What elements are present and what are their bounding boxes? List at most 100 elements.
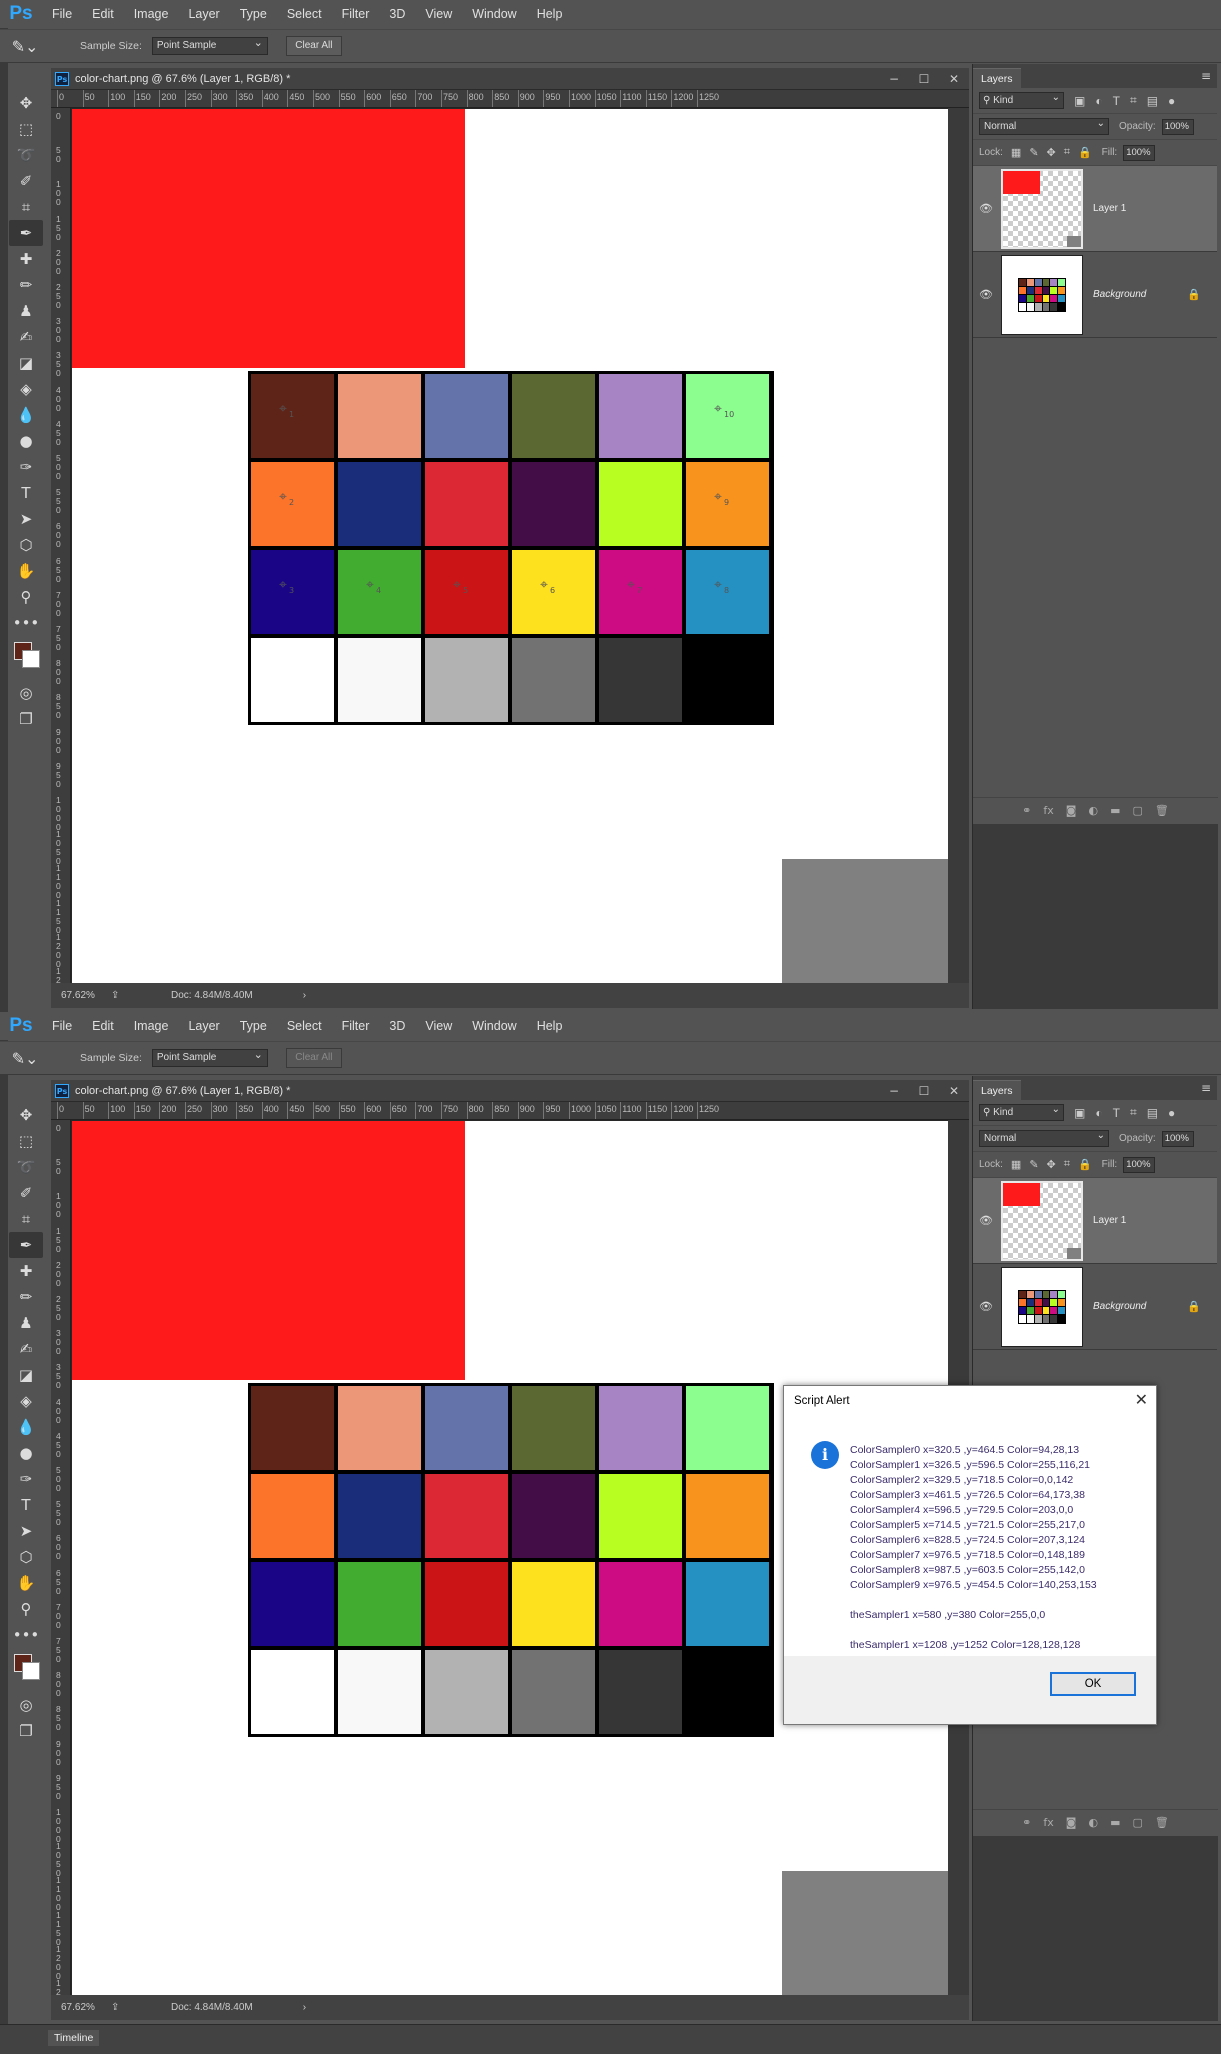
color-sampler-tool-icon[interactable]: ✎⌄ <box>0 31 50 61</box>
menu-type[interactable]: Type <box>230 0 277 28</box>
lock-all-icon[interactable]: 🔒 <box>1078 1158 1092 1171</box>
new-layer-icon[interactable]: ▢ <box>1132 804 1142 817</box>
lasso-tool-icon[interactable]: ➰ <box>9 1154 43 1180</box>
color-sampler-marker[interactable]: ⌖ 5 <box>453 578 468 595</box>
menu-edit[interactable]: Edit <box>82 0 124 28</box>
history-brush-icon[interactable]: ✍ <box>9 1336 43 1362</box>
menu-window[interactable]: Window <box>462 0 526 28</box>
paint-bucket-icon[interactable]: ◈ <box>9 376 43 402</box>
lock-all-icon[interactable]: 🔒 <box>1078 146 1092 159</box>
eyedropper-tool-icon[interactable]: ✒ <box>9 220 43 246</box>
status-arrow-icon[interactable]: › <box>303 990 306 1001</box>
stamp-tool-icon[interactable]: ♟ <box>9 1310 43 1336</box>
panel-menu-icon[interactable]: ≡ <box>1201 1076 1217 1100</box>
filter-smart-icon[interactable]: ▤ <box>1147 94 1158 108</box>
menu-3d[interactable]: 3D <box>379 1012 415 1040</box>
menu-file[interactable]: File <box>42 0 82 28</box>
menu-image[interactable]: Image <box>124 0 179 28</box>
opacity-field[interactable]: 100% <box>1161 118 1194 135</box>
filter-shape-icon[interactable]: ⌗ <box>1130 93 1137 108</box>
eraser-tool-icon[interactable]: ◪ <box>9 1362 43 1388</box>
eraser-tool-icon[interactable]: ◪ <box>9 350 43 376</box>
path-select-icon[interactable]: ➤ <box>9 506 43 532</box>
lock-transparent-icon[interactable]: ▦ <box>1011 1158 1021 1171</box>
menu-filter[interactable]: Filter <box>332 1012 380 1040</box>
dodge-tool-icon[interactable]: ● <box>9 428 43 454</box>
layer-name[interactable]: Layer 1 <box>1093 1215 1126 1226</box>
history-brush-icon[interactable]: ✍ <box>9 324 43 350</box>
menu-layer[interactable]: Layer <box>178 1012 229 1040</box>
color-sampler-tool-icon[interactable]: ✎⌄ <box>0 1043 50 1073</box>
filter-toggle-icon[interactable]: ● <box>1168 94 1175 108</box>
crop-tool-icon[interactable]: ⌗ <box>9 194 43 220</box>
quick-mask-icon[interactable]: ◎ <box>9 680 43 706</box>
background-color[interactable] <box>22 650 40 668</box>
sample-size-select[interactable]: Point Sample <box>151 1047 268 1067</box>
background-color[interactable] <box>22 1662 40 1680</box>
dodge-tool-icon[interactable]: ● <box>9 1440 43 1466</box>
menu-help[interactable]: Help <box>527 0 573 28</box>
opacity-field[interactable]: 100% <box>1161 1130 1194 1147</box>
new-layer-icon[interactable]: ▢ <box>1132 1816 1142 1829</box>
filter-smart-icon[interactable]: ▤ <box>1147 1106 1158 1120</box>
delete-layer-icon[interactable]: 🗑 <box>1155 804 1169 817</box>
type-tool-icon[interactable]: T <box>9 1492 43 1518</box>
ok-button[interactable]: OK <box>1050 1672 1136 1696</box>
zoom-level[interactable]: 67.62% <box>61 990 111 1001</box>
visibility-eye-icon[interactable]: 👁 <box>973 1214 999 1227</box>
filter-pixel-icon[interactable]: ▣ <box>1074 94 1085 108</box>
minimize-icon[interactable]: − <box>879 1080 909 1102</box>
lasso-tool-icon[interactable]: ➰ <box>9 142 43 168</box>
kind-filter[interactable]: ⚲ Kind <box>979 1102 1064 1121</box>
filter-type-icon[interactable]: T <box>1113 94 1120 108</box>
status-arrow-icon[interactable]: › <box>303 2002 306 2013</box>
filter-shape-icon[interactable]: ⌗ <box>1130 1105 1137 1120</box>
type-tool-icon[interactable]: T <box>9 480 43 506</box>
blend-mode-select[interactable]: Normal <box>979 1128 1109 1147</box>
color-swatches[interactable] <box>9 1648 43 1692</box>
color-sampler-marker[interactable]: ⌖ 4 <box>366 578 381 595</box>
hand-tool-icon[interactable]: ✋ <box>9 558 43 584</box>
adjustment-layer-icon[interactable]: ◐ <box>1088 804 1098 817</box>
zoom-level[interactable]: 67.62% <box>61 2002 111 2013</box>
brush-tool-icon[interactable]: ✏ <box>9 272 43 298</box>
add-mask-icon[interactable]: ◙ <box>1066 1816 1077 1829</box>
layer-name[interactable]: Layer 1 <box>1093 203 1126 214</box>
move-tool-icon[interactable]: ✥ <box>9 1102 43 1128</box>
filter-adjustment-icon[interactable]: ◐ <box>1095 1106 1102 1120</box>
menu-window[interactable]: Window <box>462 1012 526 1040</box>
canvas[interactable]: ⌖ 1 ⌖ 10 ⌖ 2 ⌖ 9 ⌖ 3 ⌖ 4 ⌖ 5 ⌖ 6 ⌖ 7 ⌖ 8 <box>72 109 948 983</box>
menu-edit[interactable]: Edit <box>82 1012 124 1040</box>
menu-3d[interactable]: 3D <box>379 0 415 28</box>
color-sampler-marker[interactable]: ⌖ 2 <box>279 490 294 507</box>
menu-filter[interactable]: Filter <box>332 0 380 28</box>
layers-tab[interactable]: Layers <box>973 68 1021 88</box>
lock-transparent-icon[interactable]: ▦ <box>1011 146 1021 159</box>
eyedropper-tool-icon[interactable]: ✒ <box>9 1232 43 1258</box>
maximize-icon[interactable]: ☐ <box>909 68 939 90</box>
lock-paint-icon[interactable]: ✎ <box>1029 146 1038 159</box>
healing-brush-icon[interactable]: ✚ <box>9 1258 43 1284</box>
visibility-eye-icon[interactable]: 👁 <box>973 1300 999 1313</box>
layer-row-layer1[interactable]: 👁 Layer 1 <box>973 166 1217 252</box>
layer-row-layer1[interactable]: 👁 Layer 1 <box>973 1178 1217 1264</box>
screen-mode-icon[interactable]: ❐ <box>9 1718 43 1744</box>
timeline-tab[interactable]: Timeline <box>48 2030 100 2046</box>
color-sampler-marker[interactable]: ⌖ 7 <box>627 578 642 595</box>
document-tab[interactable]: Ps color-chart.png @ 67.6% (Layer 1, RGB… <box>51 1080 969 1102</box>
healing-brush-icon[interactable]: ✚ <box>9 246 43 272</box>
quick-select-tool-icon[interactable]: ✐ <box>9 168 43 194</box>
layer-row-background[interactable]: 👁 Background 🔒 <box>973 1264 1217 1350</box>
lock-artboard-icon[interactable]: ⌗ <box>1064 146 1070 159</box>
share-icon[interactable]: ⇪ <box>111 990 131 1001</box>
color-sampler-marker[interactable]: ⌖ 3 <box>279 578 294 595</box>
clear-all-button[interactable]: Clear All <box>285 36 342 56</box>
visibility-eye-icon[interactable]: 👁 <box>973 202 999 215</box>
adjustment-layer-icon[interactable]: ◐ <box>1088 1816 1098 1829</box>
move-tool-icon[interactable]: ✥ <box>9 90 43 116</box>
visibility-eye-icon[interactable]: 👁 <box>973 288 999 301</box>
fill-field[interactable]: 100% <box>1123 144 1156 161</box>
menu-image[interactable]: Image <box>124 1012 179 1040</box>
lock-paint-icon[interactable]: ✎ <box>1029 1158 1038 1171</box>
blur-tool-icon[interactable]: 💧 <box>9 1414 43 1440</box>
